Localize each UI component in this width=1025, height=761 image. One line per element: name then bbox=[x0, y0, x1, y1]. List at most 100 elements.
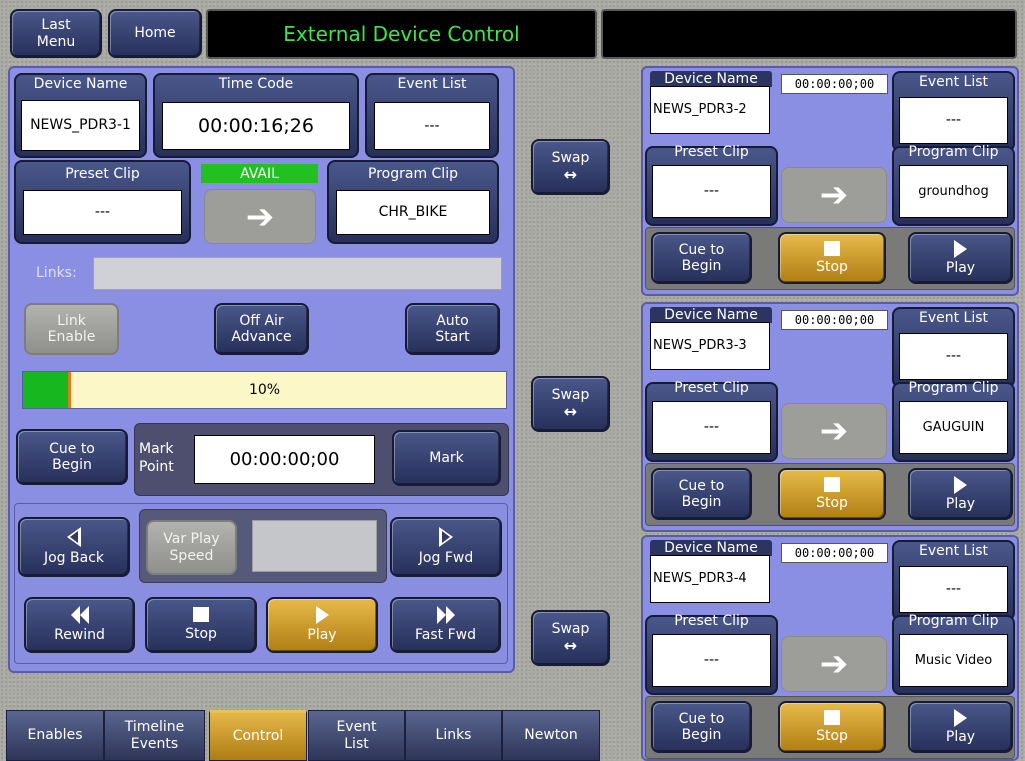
arrow-right-icon: ➔ bbox=[819, 411, 849, 451]
device-name-label: Device Name bbox=[33, 76, 128, 92]
swap-label: Swap bbox=[551, 386, 590, 403]
side-program-clip-value: Music Video bbox=[899, 634, 1008, 687]
title-bar: External Device Control bbox=[206, 9, 597, 59]
avail-status-text: AVAIL bbox=[240, 165, 279, 182]
off-air-advance-label: Off Air Advance bbox=[231, 312, 292, 345]
fast-fwd-label: Fast Fwd bbox=[415, 627, 476, 644]
side-stop-label: Stop bbox=[816, 258, 848, 275]
cue-to-begin-button[interactable]: Cue to Begin bbox=[16, 429, 128, 485]
tab-timeline-events[interactable]: Timeline Events bbox=[104, 710, 205, 761]
play-button[interactable]: Play bbox=[266, 597, 378, 653]
preset-clip-value: --- bbox=[23, 190, 182, 235]
fast-fwd-icon bbox=[436, 606, 455, 625]
fast-fwd-button[interactable]: Fast Fwd bbox=[390, 597, 501, 653]
side-preset-clip-field[interactable]: Preset Clip --- bbox=[645, 144, 778, 226]
progress-bar: 10% bbox=[22, 371, 507, 409]
side-program-clip-field[interactable]: Program Clip GAUGUIN bbox=[892, 380, 1015, 462]
jog-fwd-icon bbox=[439, 527, 453, 548]
side-preset-clip-field[interactable]: Preset Clip --- bbox=[645, 613, 778, 695]
time-code-field[interactable]: Time Code 00:00:16;26 bbox=[153, 73, 359, 158]
side-take-arrow-button[interactable]: ➔ bbox=[781, 167, 887, 223]
jog-back-label: Jog Back bbox=[43, 550, 105, 567]
swap-button-3[interactable]: Swap ↔ bbox=[531, 610, 610, 666]
time-code-value: 00:00:16;26 bbox=[162, 102, 350, 150]
arrow-right-icon: ➔ bbox=[819, 644, 849, 684]
device-name-field[interactable]: Device Name NEWS_PDR3-1 bbox=[14, 73, 147, 158]
side-stop-button[interactable]: Stop bbox=[778, 232, 886, 284]
take-arrow-button[interactable]: ➔ bbox=[204, 189, 316, 244]
side-program-clip-field[interactable]: Program Clip groundhog bbox=[892, 144, 1015, 226]
side-play-button[interactable]: Play bbox=[908, 701, 1013, 753]
jog-fwd-button[interactable]: Jog Fwd bbox=[390, 517, 502, 577]
play-icon bbox=[315, 606, 329, 625]
side-event-list-field[interactable]: Event List --- bbox=[892, 71, 1015, 152]
home-label: Home bbox=[134, 25, 176, 42]
side-cue-to-begin-button[interactable]: Cue to Begin bbox=[651, 701, 752, 753]
play-label: Play bbox=[307, 627, 337, 644]
side-device-name-label: Device Name bbox=[650, 71, 772, 87]
stop-button[interactable]: Stop bbox=[145, 597, 257, 653]
side-preset-clip-label: Preset Clip bbox=[674, 380, 749, 396]
stop-icon bbox=[824, 709, 840, 725]
side-preset-clip-value: --- bbox=[652, 634, 771, 687]
event-list-field[interactable]: Event List --- bbox=[365, 73, 499, 158]
preset-clip-field[interactable]: Preset Clip --- bbox=[14, 160, 191, 244]
link-enable-button[interactable]: Link Enable bbox=[24, 303, 119, 355]
var-play-speed-button[interactable]: Var Play Speed bbox=[146, 520, 237, 575]
side-play-button[interactable]: Play bbox=[908, 468, 1013, 520]
off-air-advance-button[interactable]: Off Air Advance bbox=[214, 303, 309, 355]
side-program-clip-label: Program Clip bbox=[908, 380, 999, 396]
last-menu-label: Last Menu bbox=[36, 17, 76, 50]
side-event-list-field[interactable]: Event List --- bbox=[892, 540, 1015, 621]
side-cue-to-begin-button[interactable]: Cue to Begin bbox=[651, 468, 752, 520]
side-take-arrow-button[interactable]: ➔ bbox=[781, 403, 887, 459]
swap-button-2[interactable]: Swap ↔ bbox=[531, 376, 610, 432]
side-cue-to-begin-button[interactable]: Cue to Begin bbox=[651, 232, 752, 284]
last-menu-button[interactable]: Last Menu bbox=[10, 9, 102, 58]
tab-links[interactable]: Links bbox=[405, 710, 502, 761]
side-play-label: Play bbox=[945, 259, 976, 276]
tab-event-list[interactable]: Event List bbox=[308, 710, 405, 761]
mark-point-field[interactable]: 00:00:00;00 bbox=[194, 435, 375, 484]
side-play-button[interactable]: Play bbox=[908, 232, 1013, 284]
side-stop-button[interactable]: Stop bbox=[778, 701, 886, 753]
rewind-button[interactable]: Rewind bbox=[24, 597, 135, 653]
side-event-list-label: Event List bbox=[918, 310, 989, 326]
side-event-list-value: --- bbox=[899, 97, 1008, 144]
side-event-list-field[interactable]: Event List --- bbox=[892, 307, 1015, 388]
jog-fwd-label: Jog Fwd bbox=[418, 550, 474, 567]
side-take-arrow-button[interactable]: ➔ bbox=[781, 636, 887, 692]
side-device-name-value[interactable]: NEWS_PDR3-4 bbox=[650, 555, 770, 603]
home-button[interactable]: Home bbox=[108, 9, 202, 58]
side-device-name-value[interactable]: NEWS_PDR3-2 bbox=[650, 86, 770, 134]
program-clip-field[interactable]: Program Clip CHR_BIKE bbox=[327, 160, 499, 244]
side-time-code: 00:00:00;00 bbox=[781, 74, 888, 94]
side-play-label: Play bbox=[945, 728, 976, 745]
jog-back-button[interactable]: Jog Back bbox=[18, 517, 130, 577]
preset-clip-label: Preset Clip bbox=[65, 166, 140, 182]
program-clip-label: Program Clip bbox=[368, 166, 458, 182]
side-event-list-label: Event List bbox=[918, 543, 989, 559]
side-stop-button[interactable]: Stop bbox=[778, 468, 886, 520]
tab-enables[interactable]: Enables bbox=[6, 710, 104, 761]
stop-icon bbox=[824, 476, 840, 492]
arrow-right-icon: ➔ bbox=[245, 196, 275, 237]
tab-newton[interactable]: Newton bbox=[502, 710, 600, 761]
links-field[interactable] bbox=[93, 257, 502, 290]
side-device-name-value[interactable]: NEWS_PDR3-3 bbox=[650, 322, 770, 370]
auto-start-button[interactable]: Auto Start bbox=[405, 303, 500, 355]
side-time-code: 00:00:00;00 bbox=[781, 310, 888, 330]
var-play-speed-field[interactable] bbox=[252, 520, 377, 572]
side-preset-clip-field[interactable]: Preset Clip --- bbox=[645, 380, 778, 462]
side-program-clip-field[interactable]: Program Clip Music Video bbox=[892, 613, 1015, 695]
swap-arrows-icon: ↔ bbox=[563, 164, 578, 184]
tab-control[interactable]: Control bbox=[209, 710, 307, 761]
side-event-list-value: --- bbox=[899, 566, 1008, 613]
tab-label: Control bbox=[232, 728, 284, 745]
swap-label: Swap bbox=[551, 620, 590, 637]
rewind-label: Rewind bbox=[54, 627, 105, 644]
rewind-icon bbox=[70, 606, 89, 625]
swap-button-1[interactable]: Swap ↔ bbox=[531, 139, 610, 195]
side-preset-clip-label: Preset Clip bbox=[674, 144, 749, 160]
mark-button[interactable]: Mark bbox=[392, 430, 501, 486]
